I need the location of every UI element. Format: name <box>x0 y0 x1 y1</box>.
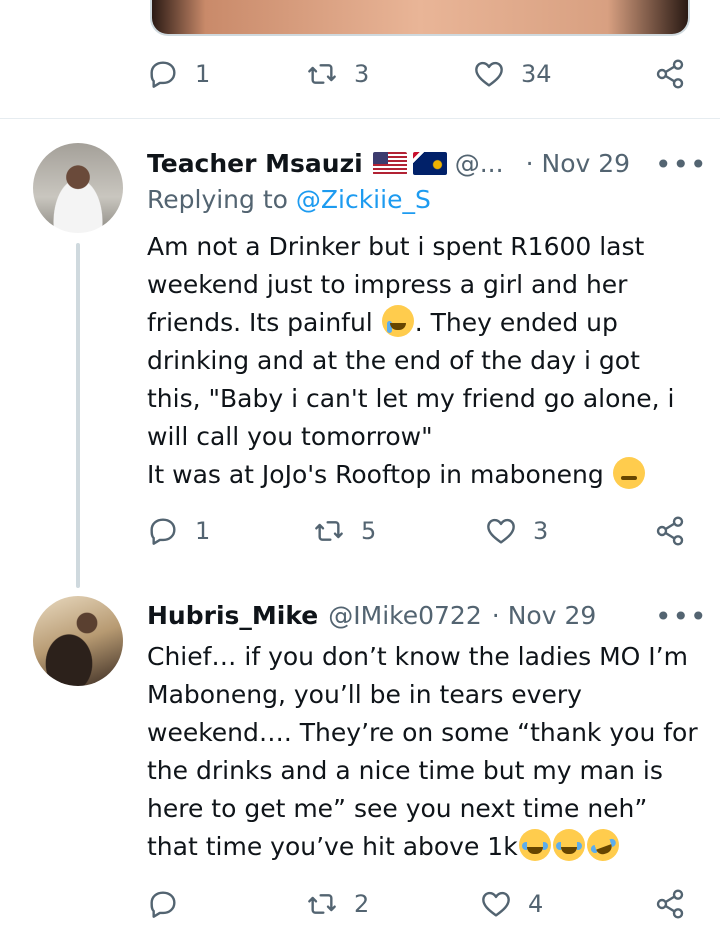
like-count: 34 <box>521 60 552 88</box>
retweet-count: 2 <box>354 890 370 918</box>
retweet-count: 5 <box>361 517 377 545</box>
retweet-icon <box>306 58 338 90</box>
share-icon <box>654 58 686 90</box>
reply-count: 1 <box>195 517 211 545</box>
retweet-icon <box>313 515 345 547</box>
tweet-header: Teacher Msauzi @... · Nov 29 <box>147 141 630 185</box>
replying-to-handle[interactable]: @Zickiie_S <box>296 185 431 214</box>
avatar[interactable] <box>33 596 123 686</box>
reply-button[interactable]: 1 <box>147 515 210 547</box>
retweet-button[interactable]: 2 <box>306 888 369 920</box>
share-button[interactable] <box>654 515 686 547</box>
share-icon <box>654 515 686 547</box>
reply-icon <box>147 888 179 920</box>
rolling-laughing-emoji <box>582 824 624 866</box>
tears-of-joy-emoji <box>552 829 585 861</box>
reply-icon <box>147 515 179 547</box>
us-flag-icon <box>372 151 407 175</box>
anguilla-flag-icon <box>412 151 447 175</box>
handle[interactable]: @IMike0722 <box>328 601 481 630</box>
tweet-text: Am not a Drinker but i spent R1600 last … <box>147 228 697 494</box>
tweet-text-body: Chief… if you don’t know the ladies MO I… <box>147 642 706 861</box>
display-name[interactable]: Teacher Msauzi <box>147 149 363 178</box>
retweet-button[interactable]: 3 <box>306 58 369 90</box>
like-icon <box>480 888 512 920</box>
reply-count: 1 <box>195 60 211 88</box>
tweet-actions: 1 5 3 <box>0 515 720 555</box>
share-button[interactable] <box>654 888 686 920</box>
tweet-text: Chief… if you don’t know the ladies MO I… <box>147 638 702 866</box>
replying-to: Replying to @Zickiie_S <box>147 185 431 214</box>
like-button[interactable]: 3 <box>485 515 548 547</box>
like-button[interactable]: 34 <box>473 58 552 90</box>
separator: · <box>491 600 500 630</box>
persevering-face-emoji <box>612 457 645 489</box>
more-icon[interactable]: ••• <box>655 148 708 181</box>
reply-button[interactable]: 1 <box>147 58 210 90</box>
timestamp[interactable]: Nov 29 <box>508 601 597 630</box>
replying-to-label: Replying to <box>147 185 296 214</box>
reply-button[interactable] <box>147 888 179 920</box>
retweet-count: 3 <box>354 60 370 88</box>
tears-of-joy-emoji <box>518 829 551 861</box>
tweet-divider <box>0 118 720 119</box>
tweet-header: Hubris_Mike @IMike0722 · Nov 29 <box>147 593 596 637</box>
like-count: 4 <box>528 890 544 918</box>
retweet-icon <box>306 888 338 920</box>
share-button[interactable] <box>654 58 686 90</box>
like-icon <box>485 515 517 547</box>
prev-tweet-actions: 1 3 34 <box>0 58 720 98</box>
like-icon <box>473 58 505 90</box>
display-name[interactable]: Hubris_Mike <box>147 601 318 630</box>
reply-icon <box>147 58 179 90</box>
like-count: 3 <box>533 517 549 545</box>
previous-tweet-media[interactable] <box>150 0 690 36</box>
tweet-actions: 2 4 <box>0 888 720 928</box>
separator: · <box>525 148 534 178</box>
handle[interactable]: @... <box>455 149 504 178</box>
retweet-button[interactable]: 5 <box>313 515 376 547</box>
timestamp[interactable]: Nov 29 <box>542 149 631 178</box>
share-icon <box>654 888 686 920</box>
avatar[interactable] <box>33 143 123 233</box>
like-button[interactable]: 4 <box>480 888 543 920</box>
crying-face-emoji <box>381 305 414 337</box>
more-icon[interactable]: ••• <box>655 600 708 633</box>
